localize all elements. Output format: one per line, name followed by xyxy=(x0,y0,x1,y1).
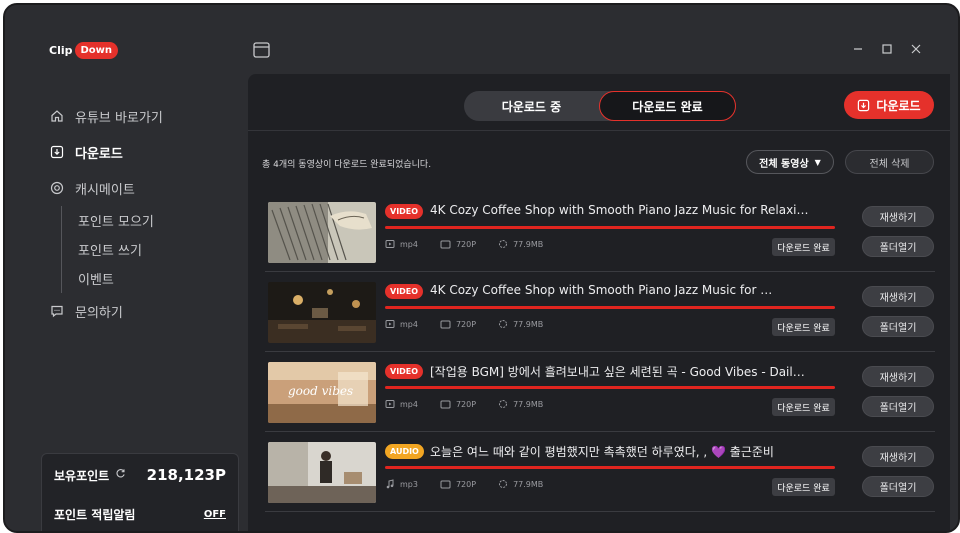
item-title: 4K Cozy Coffee Shop with Smooth Piano Ja… xyxy=(430,283,773,297)
item-meta: mp4 720P 77.9MB xyxy=(385,399,565,409)
resolution-icon xyxy=(440,320,451,329)
item-title: [작업용 BGM] 방에서 흘려보내고 싶은 세련된 곡 - Good Vibe… xyxy=(430,365,810,379)
video-file-icon xyxy=(385,399,395,409)
tab-downloading[interactable]: 다운로드 중 xyxy=(464,91,599,121)
video-file-icon xyxy=(385,239,395,249)
sidebar-nav: 유튜브 바로가기 다운로드 캐시메이트 포인트 모으기 포인트 쓰기 이벤트 문… xyxy=(49,98,239,329)
item-title: 4K Cozy Coffee Shop with Smooth Piano Ja… xyxy=(430,203,810,217)
download-tabs: 다운로드 중 다운로드 완료 xyxy=(464,91,736,121)
refresh-icon[interactable] xyxy=(115,468,126,482)
points-label: 보유포인트 xyxy=(54,467,126,484)
sidebar-item-use-points[interactable]: 포인트 쓰기 xyxy=(78,235,239,264)
filesize-icon xyxy=(498,239,508,249)
status-badge: 다운로드 완료 xyxy=(772,478,835,496)
progress-bar xyxy=(385,466,835,469)
maximize-icon[interactable] xyxy=(881,43,893,55)
points-value: 218,123P xyxy=(146,466,226,484)
play-button[interactable]: 재생하기 xyxy=(862,446,934,467)
open-folder-button[interactable]: 폴더열기 xyxy=(862,476,934,497)
sidebar-item-event[interactable]: 이벤트 xyxy=(78,264,239,293)
status-badge: 다운로드 완료 xyxy=(772,238,835,256)
status-badge: 다운로드 완료 xyxy=(772,398,835,416)
open-folder-button[interactable]: 폴더열기 xyxy=(862,316,934,337)
tab-completed[interactable]: 다운로드 완료 xyxy=(599,91,736,121)
filesize-icon xyxy=(498,319,508,329)
caret-down-icon: ▼ xyxy=(814,157,821,167)
header-divider xyxy=(248,130,950,131)
list-item: good vibes VIDEO [작업용 BGM] 방에서 흘려보내고 싶은 … xyxy=(265,352,935,432)
music-note-icon xyxy=(385,479,395,489)
download-icon xyxy=(857,99,870,112)
close-icon[interactable] xyxy=(910,43,922,55)
svg-text:good vibes: good vibes xyxy=(288,384,353,398)
item-meta: mp3 720P 77.9MB xyxy=(385,479,565,489)
video-thumbnail[interactable] xyxy=(268,202,376,263)
resolution-icon xyxy=(440,480,451,489)
main-panel: 다운로드 중 다운로드 완료 다운로드 총 4개의 동영상이 다운로드 완료되었… xyxy=(248,74,950,531)
sidebar-item-collect-points[interactable]: 포인트 모으기 xyxy=(78,206,239,235)
download-list: VIDEO 4K Cozy Coffee Shop with Smooth Pi… xyxy=(265,192,935,512)
status-badge: 다운로드 완료 xyxy=(772,318,835,336)
progress-bar xyxy=(385,226,835,229)
summary-text: 총 4개의 동영상이 다운로드 완료되었습니다. xyxy=(262,160,432,170)
open-folder-button[interactable]: 폴더열기 xyxy=(862,236,934,257)
play-button[interactable]: 재생하기 xyxy=(862,366,934,387)
points-panel: 보유포인트 218,123P 포인트 적립알림 OFF xyxy=(41,453,239,531)
list-item: VIDEO 4K Cozy Coffee Shop with Smooth Pi… xyxy=(265,272,935,352)
cashmate-submenu: 포인트 모으기 포인트 쓰기 이벤트 xyxy=(61,206,239,293)
filter-dropdown[interactable]: 전체 동영상 ▼ xyxy=(746,150,834,174)
item-meta: mp4 720P 77.9MB xyxy=(385,239,565,249)
window-controls xyxy=(852,43,922,55)
list-item: AUDIO 오늘은 여느 때와 같이 평범했지만 촉촉했던 하루였다, , 💜 … xyxy=(265,432,935,512)
download-icon xyxy=(49,144,65,160)
minimize-icon[interactable] xyxy=(852,43,864,55)
open-folder-button[interactable]: 폴더열기 xyxy=(862,396,934,417)
video-thumbnail[interactable]: good vibes xyxy=(268,362,376,423)
cash-icon xyxy=(49,180,65,196)
sidebar-item-youtube[interactable]: 유튜브 바로가기 xyxy=(49,98,239,134)
item-title: 오늘은 여느 때와 같이 평범했지만 촉촉했던 하루였다, , 💜 출근준비 xyxy=(430,445,774,459)
resolution-icon xyxy=(440,400,451,409)
app-window: Clip Down 유튜브 바로가기 다운로드 캐시메이트 포인트 모으기 포인… xyxy=(3,3,960,533)
type-badge: VIDEO xyxy=(385,364,424,379)
download-button[interactable]: 다운로드 xyxy=(844,91,934,119)
play-button[interactable]: 재생하기 xyxy=(862,286,934,307)
sidebar: Clip Down 유튜브 바로가기 다운로드 캐시메이트 포인트 모으기 포인… xyxy=(5,5,249,531)
points-alert-label: 포인트 적립알림 xyxy=(54,508,136,522)
sidebar-item-cashmate[interactable]: 캐시메이트 xyxy=(49,170,239,206)
item-meta: mp4 720P 77.9MB xyxy=(385,319,565,329)
filesize-icon xyxy=(498,479,508,489)
chat-icon xyxy=(49,303,65,319)
points-alert-toggle[interactable]: OFF xyxy=(204,509,226,520)
filesize-icon xyxy=(498,399,508,409)
resolution-icon xyxy=(440,240,451,249)
video-thumbnail[interactable] xyxy=(268,442,376,503)
window-layout-icon[interactable] xyxy=(253,42,270,62)
video-file-icon xyxy=(385,319,395,329)
sidebar-item-inquiry[interactable]: 문의하기 xyxy=(49,293,239,329)
play-button[interactable]: 재생하기 xyxy=(862,206,934,227)
video-thumbnail[interactable] xyxy=(268,282,376,343)
app-logo[interactable]: Clip Down xyxy=(49,42,119,59)
type-badge: AUDIO xyxy=(385,444,424,459)
type-badge: VIDEO xyxy=(385,284,424,299)
home-icon xyxy=(49,108,65,124)
type-badge: VIDEO xyxy=(385,204,424,219)
progress-bar xyxy=(385,386,835,389)
progress-bar xyxy=(385,306,835,309)
clear-all-button[interactable]: 전체 삭제 xyxy=(845,150,934,174)
sidebar-item-download[interactable]: 다운로드 xyxy=(49,134,239,170)
list-item: VIDEO 4K Cozy Coffee Shop with Smooth Pi… xyxy=(265,192,935,272)
